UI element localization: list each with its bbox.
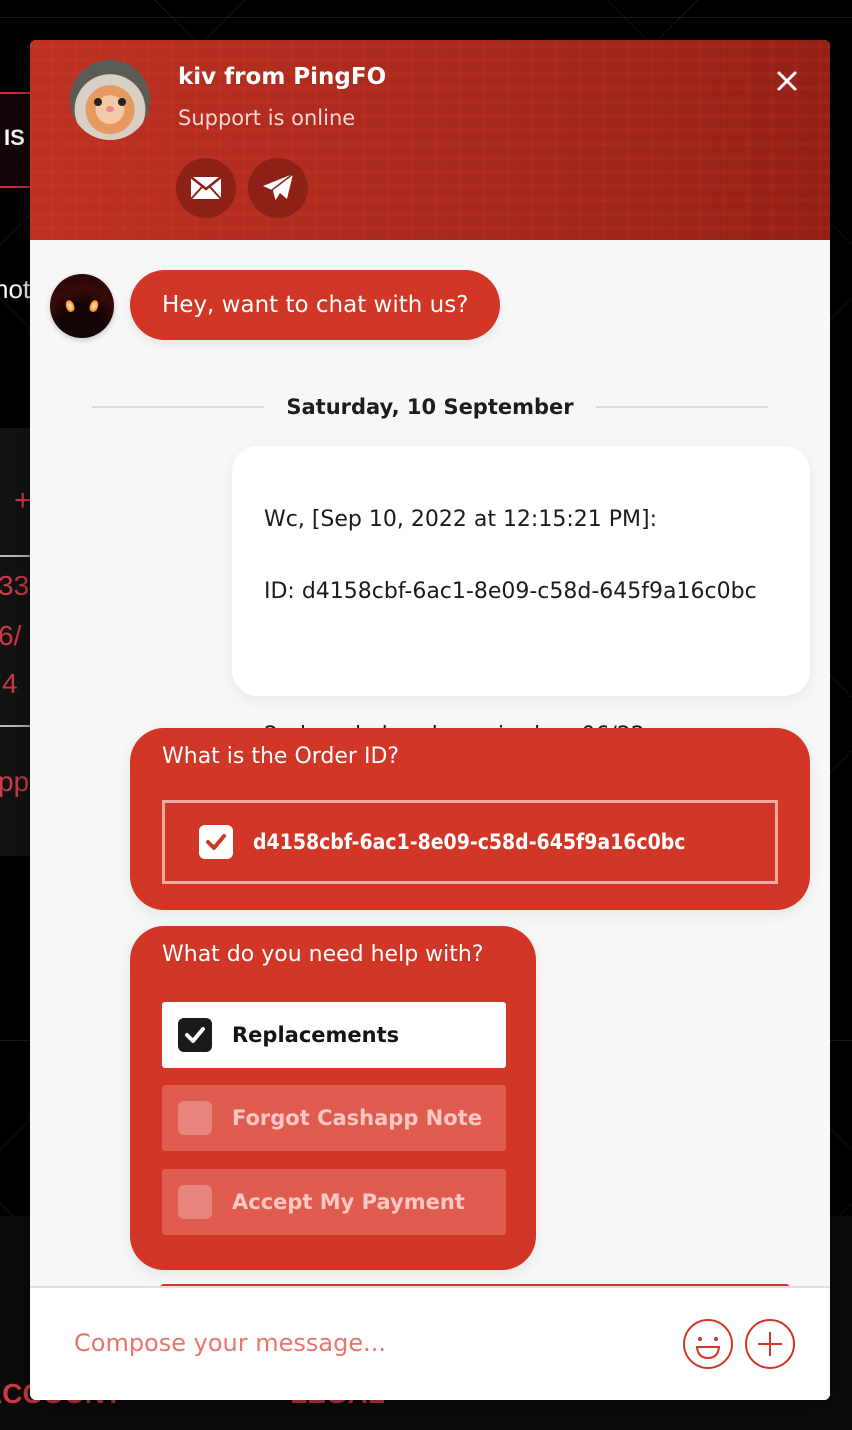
checkbox-unchecked[interactable] [178,1185,212,1219]
date-label: Saturday, 10 September [286,395,574,419]
message-line: ID: d4158cbf-6ac1-8e09-c58d-645f9a16c0bc [264,579,757,604]
order-id-question: What is the Order ID? [162,744,400,769]
background-line [0,17,852,18]
message-line [264,646,778,682]
plus-icon[interactable] [744,1318,796,1370]
email-button[interactable] [176,158,236,218]
checkmark-icon [185,1027,205,1043]
order-id-option[interactable]: d4158cbf-6ac1-8e09-c58d-645f9a16c0bc [162,800,778,884]
checkbox-checked[interactable] [199,825,233,859]
checkbox-unchecked[interactable] [178,1101,212,1135]
agent-avatar [70,60,150,140]
help-option-accept-my-payment[interactable]: Accept My Payment [162,1169,506,1235]
telegram-button[interactable] [248,158,308,218]
checkbox-checked[interactable] [178,1018,212,1052]
order-id-value: d4158cbf-6ac1-8e09-c58d-645f9a16c0bc [253,830,686,854]
mail-icon [190,176,222,200]
emoji-icon[interactable] [682,1318,734,1370]
user-message: Wc, [Sep 10, 2022 at 12:15:21 PM]: ID: d… [232,446,810,892]
option-label: Replacements [232,1023,400,1047]
chat-header: kiv from PingFO Support is online [30,40,830,240]
chat-widget: kiv from PingFO Support is online Hey, w… [30,40,830,1400]
help-option-forgot-cashapp-note[interactable]: Forgot Cashapp Note [162,1085,506,1151]
agent-name: kiv from PingFO [178,64,387,90]
background-text-fragment: 33 [0,570,30,601]
close-icon[interactable] [774,68,800,94]
compose-input[interactable] [74,1318,654,1368]
greeting-message: Hey, want to chat with us? [130,270,501,340]
background-text-fragment: pp [0,766,30,797]
background-plus[interactable]: + [14,484,32,518]
option-label: Accept My Payment [232,1190,465,1214]
date-separator: Saturday, 10 September [92,392,768,422]
help-option-replacements[interactable]: Replacements [162,1002,506,1068]
order-id-card: What is the Order ID? d4158cbf-6ac1-8e09… [130,728,810,910]
composer [30,1286,830,1400]
checkmark-icon [206,834,226,850]
option-label: Forgot Cashapp Note [232,1106,482,1130]
background-text-fragment: IS [4,125,25,150]
telegram-icon [263,173,294,202]
help-topic-card: What do you need help with? Replacements… [130,926,536,1270]
background-text-fragment: not [0,274,31,304]
message-line: Wc, [Sep 10, 2022 at 12:15:21 PM]: [264,507,657,532]
bot-avatar [50,274,114,338]
help-topic-question: What do you need help with? [162,942,484,967]
background-text-fragment: 4 [2,668,18,699]
message-list[interactable]: Hey, want to chat with us? Saturday, 10 … [30,240,830,1286]
background-text-fragment: 6/ [0,620,22,651]
agent-status: Support is online [178,106,356,130]
